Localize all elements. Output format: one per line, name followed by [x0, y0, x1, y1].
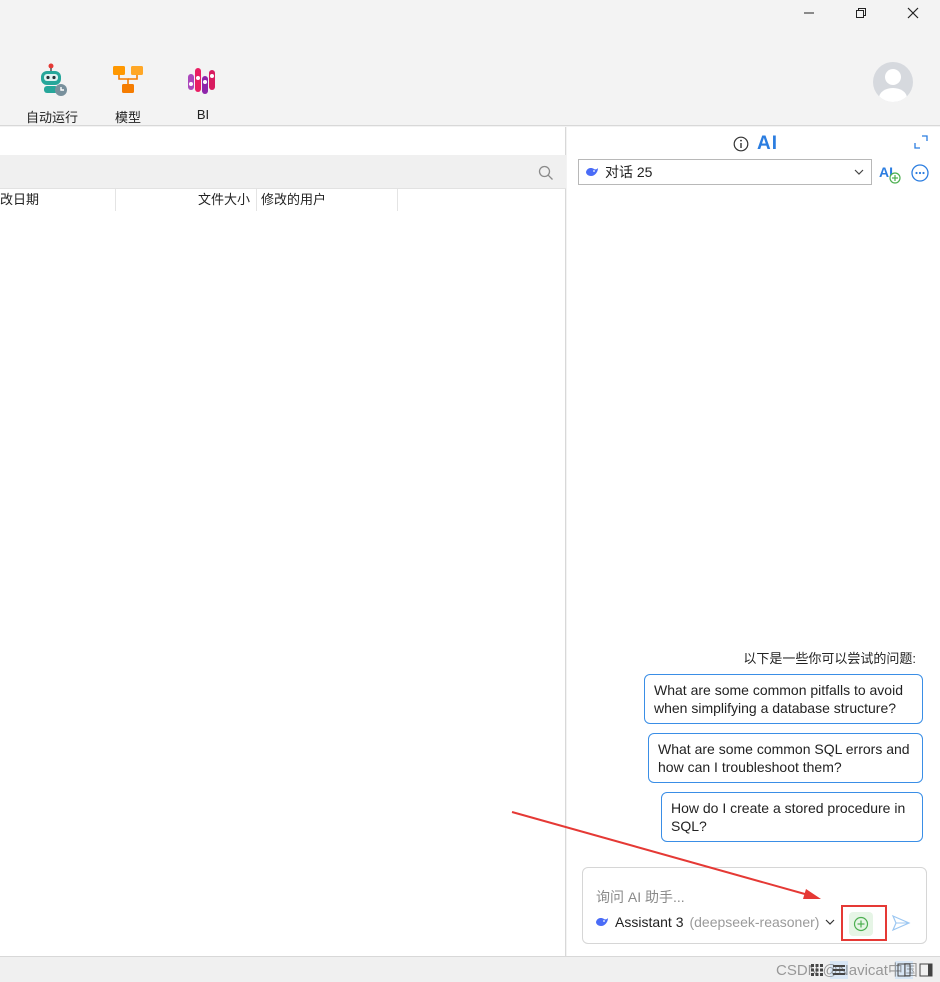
- restore-icon: [856, 8, 866, 18]
- ai-panel-header: AI: [733, 133, 778, 155]
- file-list-panel: 改日期 文件大小 修改的用户: [0, 127, 566, 956]
- suggestions-title: 以下是一些你可以尝试的问题:: [743, 651, 916, 666]
- toolbar-model-button[interactable]: 模型: [93, 62, 163, 126]
- deepseek-icon: [586, 168, 598, 176]
- suggestion-chip[interactable]: How do I create a stored procedure in SQ…: [661, 792, 923, 842]
- bi-icon: [188, 68, 215, 94]
- column-divider[interactable]: [115, 189, 116, 211]
- assistant-select[interactable]: Assistant 3 (deepseek-reasoner): [595, 914, 835, 930]
- column-divider[interactable]: [397, 189, 398, 211]
- user-avatar[interactable]: [873, 62, 913, 102]
- deepseek-icon: [596, 918, 608, 926]
- toolbar-automation-button[interactable]: 自动运行: [17, 62, 87, 126]
- ai-panel-title: AI: [757, 133, 778, 154]
- suggestion-chip[interactable]: What are some common pitfalls to avoid w…: [644, 674, 923, 724]
- toolbar-model-label: 模型: [114, 110, 141, 125]
- more-options-icon[interactable]: [910, 163, 930, 183]
- toolbar-automation-label: 自动运行: [25, 110, 78, 125]
- close-icon: [907, 7, 919, 19]
- ai-input-box[interactable]: 询问 AI 助手... Assistant 3 (deepseek-reason…: [582, 867, 927, 944]
- user-icon: [879, 69, 907, 102]
- assistant-name: Assistant 3: [615, 914, 684, 930]
- toolbar-bi-label: BI: [196, 107, 210, 122]
- info-icon[interactable]: [733, 136, 749, 152]
- ai-assistant-panel: AI 对话 25 AI 以下是一些你可以尝试的问题: What are some…: [567, 127, 940, 956]
- chevron-down-icon: [826, 919, 835, 925]
- watermark: CSDN @Navicat中国: [776, 962, 918, 979]
- column-header-file-size[interactable]: 文件大小: [198, 189, 250, 211]
- title-bar: [0, 0, 940, 26]
- toolbar-bi-button[interactable]: BI: [168, 62, 238, 122]
- add-attachment-button[interactable]: [849, 912, 873, 936]
- column-header-modified-user[interactable]: 修改的用户: [261, 189, 326, 211]
- side-pane-icon: [919, 963, 933, 977]
- column-header-modified-date[interactable]: 改日期: [0, 189, 39, 211]
- minimize-icon: [804, 12, 814, 14]
- search-icon[interactable]: [538, 165, 554, 181]
- close-button[interactable]: [890, 0, 936, 26]
- ai-input-field[interactable]: 询问 AI 助手...: [596, 887, 685, 907]
- minimize-button[interactable]: [786, 0, 832, 26]
- column-divider[interactable]: [256, 189, 257, 211]
- restore-button[interactable]: [838, 0, 884, 26]
- expand-icon[interactable]: [914, 135, 928, 149]
- suggestion-chip[interactable]: What are some common SQL errors and how …: [648, 733, 923, 783]
- chevron-down-icon: [854, 169, 864, 175]
- robot-icon: [41, 63, 67, 96]
- ai-pane-button[interactable]: [917, 961, 935, 979]
- send-icon[interactable]: [891, 913, 911, 933]
- assistant-model: (deepseek-reasoner): [689, 914, 820, 930]
- conversation-select[interactable]: 对话 25: [578, 159, 872, 185]
- model-icon: [113, 66, 143, 93]
- new-ai-chat-icon[interactable]: AI: [879, 162, 901, 184]
- search-bar[interactable]: [0, 155, 566, 189]
- conversation-name: 对话 25: [605, 164, 653, 180]
- toolbar-ribbon: 自动运行 模型 BI: [0, 26, 940, 126]
- add-circle-icon: [853, 916, 869, 932]
